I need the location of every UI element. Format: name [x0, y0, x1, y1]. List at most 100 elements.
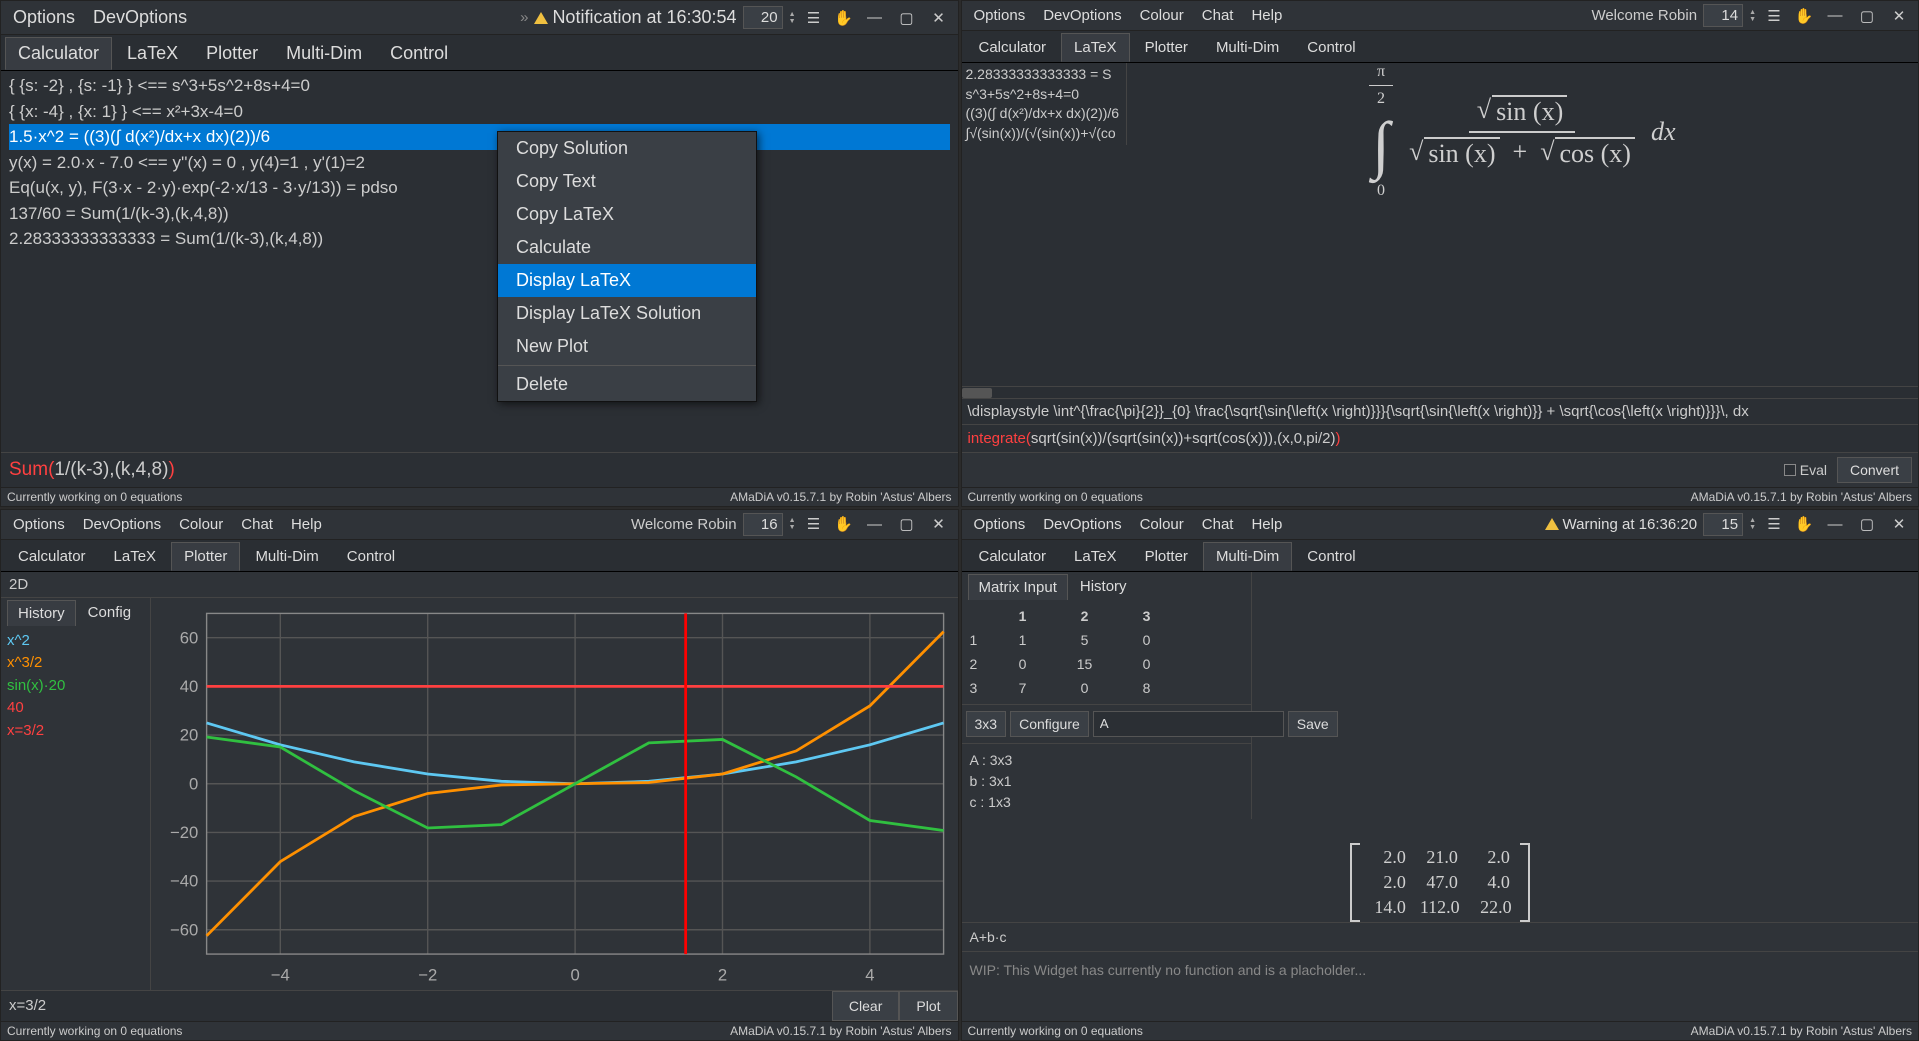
- menu-colour[interactable]: Colour: [1134, 3, 1190, 28]
- tab-latex[interactable]: LaTeX: [1061, 542, 1130, 571]
- context-new-plot[interactable]: New Plot: [498, 330, 756, 363]
- subtab-matrix-input[interactable]: Matrix Input: [968, 574, 1068, 600]
- close-button[interactable]: ✕: [926, 514, 952, 534]
- maximize-button[interactable]: ▢: [1854, 514, 1880, 534]
- legend-item[interactable]: x=3/2: [7, 720, 144, 743]
- latex-source[interactable]: \displaystyle \int^{\frac{\pi}{2}}_{0} \…: [962, 398, 1919, 424]
- menu-devoptions[interactable]: DevOptions: [1037, 3, 1127, 28]
- tab-control[interactable]: Control: [334, 542, 408, 571]
- dimension-button[interactable]: 3x3: [966, 711, 1007, 737]
- tab-control[interactable]: Control: [1294, 33, 1368, 62]
- history-line[interactable]: 2.28333333333333 = S: [966, 65, 1122, 85]
- configure-button[interactable]: Configure: [1010, 711, 1089, 737]
- history-line[interactable]: s^3+5s^2+8s+4=0: [966, 85, 1122, 105]
- tab-control[interactable]: Control: [1294, 542, 1368, 571]
- minimize-button[interactable]: —: [1822, 514, 1848, 534]
- subtab-config[interactable]: Config: [78, 600, 141, 626]
- menu-help[interactable]: Help: [1245, 512, 1288, 537]
- tab-plotter[interactable]: Plotter: [193, 37, 271, 70]
- hand-icon[interactable]: ✋: [832, 514, 856, 534]
- subtab-history[interactable]: History: [1070, 574, 1137, 600]
- minimize-button[interactable]: —: [862, 514, 888, 534]
- tab-multidim[interactable]: Multi-Dim: [273, 37, 375, 70]
- context-calculate[interactable]: Calculate: [498, 231, 756, 264]
- definition-line[interactable]: A : 3x3: [970, 750, 1243, 771]
- legend-item[interactable]: sin(x)·20: [7, 675, 144, 698]
- plot-legend-list[interactable]: x^2 x^3/2 sin(x)·20 40 x=3/2: [1, 626, 150, 990]
- menu-chat[interactable]: Chat: [235, 512, 279, 537]
- menu-icon[interactable]: ☰: [1762, 514, 1786, 534]
- definition-line[interactable]: c : 1x3: [970, 792, 1243, 813]
- history-line[interactable]: { {x: -4} , {x: 1} } <== x²+3x-4=0: [9, 99, 950, 125]
- fontsize-spinbox[interactable]: 16: [743, 513, 783, 536]
- matrix-cell[interactable]: 1: [992, 628, 1054, 652]
- matrix-cell[interactable]: 5: [1054, 628, 1116, 652]
- tab-control[interactable]: Control: [377, 37, 461, 70]
- history-line[interactable]: y(x) = 2.0·x - 7.0 <== y''(x) = 0 , y(4)…: [9, 150, 950, 176]
- context-copy-text[interactable]: Copy Text: [498, 165, 756, 198]
- history-line[interactable]: ∫√(sin(x))/(√(sin(x))+√(co: [966, 124, 1122, 144]
- equation-input[interactable]: Sum(1/(k-3),(k,4,8)): [1, 452, 958, 487]
- plot-expression-input[interactable]: x=3/2: [1, 991, 832, 1021]
- menu-help[interactable]: Help: [285, 512, 328, 537]
- plot-button[interactable]: Plot: [899, 991, 957, 1021]
- tab-multidim[interactable]: Multi-Dim: [242, 542, 331, 571]
- matrix-cell[interactable]: 0: [1116, 652, 1178, 676]
- history-line[interactable]: 2.28333333333333 = Sum(1/(k-3),(k,4,8)): [9, 226, 950, 252]
- matrix-expression-input[interactable]: A+b·c: [962, 922, 1919, 951]
- maximize-button[interactable]: ▢: [1854, 6, 1880, 26]
- tab-multidim[interactable]: Multi-Dim: [1203, 542, 1292, 571]
- tab-calculator[interactable]: Calculator: [966, 542, 1060, 571]
- equation-history[interactable]: { {s: -2} , {s: -1} } <== s^3+5s^2+8s+4=…: [1, 71, 958, 452]
- clear-button[interactable]: Clear: [832, 991, 899, 1021]
- fontsize-spinbox[interactable]: 15: [1703, 513, 1743, 536]
- spinbox-arrows[interactable]: ▲▼: [1749, 9, 1756, 23]
- minimize-button[interactable]: —: [1822, 6, 1848, 26]
- legend-item[interactable]: x^2: [7, 630, 144, 653]
- menu-chat[interactable]: Chat: [1196, 512, 1240, 537]
- menu-help[interactable]: Help: [1245, 3, 1288, 28]
- menu-icon[interactable]: ☰: [802, 514, 826, 534]
- menu-options[interactable]: Options: [968, 512, 1032, 537]
- tab-plotter[interactable]: Plotter: [1132, 33, 1201, 62]
- matrix-cell[interactable]: 7: [992, 676, 1054, 700]
- maximize-button[interactable]: ▢: [894, 514, 920, 534]
- definition-line[interactable]: b : 3x1: [970, 771, 1243, 792]
- latex-input[interactable]: integrate(sqrt(sin(x))/(sqrt(sin(x))+sqr…: [962, 424, 1919, 452]
- fontsize-spinbox[interactable]: 14: [1703, 4, 1743, 27]
- spinbox-arrows[interactable]: ▲▼: [1749, 517, 1756, 531]
- close-button[interactable]: ✕: [1886, 6, 1912, 26]
- menu-devoptions[interactable]: DevOptions: [1037, 512, 1127, 537]
- subtab-history[interactable]: History: [7, 600, 76, 626]
- tab-calculator[interactable]: Calculator: [966, 33, 1060, 62]
- close-button[interactable]: ✕: [1886, 514, 1912, 534]
- hand-icon[interactable]: ✋: [1792, 514, 1816, 534]
- hand-icon[interactable]: ✋: [1792, 6, 1816, 26]
- context-copy-solution[interactable]: Copy Solution: [498, 132, 756, 165]
- scrollbar-horizontal[interactable]: [962, 386, 1919, 398]
- tab-calculator[interactable]: Calculator: [5, 542, 99, 571]
- matrix-cell[interactable]: 0: [1054, 676, 1116, 700]
- history-line[interactable]: { {s: -2} , {s: -1} } <== s^3+5s^2+8s+4=…: [9, 73, 950, 99]
- matrix-cell[interactable]: 8: [1116, 676, 1178, 700]
- spinbox-arrows[interactable]: ▲▼: [789, 11, 796, 25]
- convert-button[interactable]: Convert: [1837, 457, 1912, 483]
- minimize-button[interactable]: —: [862, 8, 888, 28]
- tab-latex[interactable]: LaTeX: [1061, 33, 1130, 62]
- fontsize-spinbox[interactable]: 20: [743, 6, 783, 29]
- latex-history[interactable]: 2.28333333333333 = S s^3+5s^2+8s+4=0 ((3…: [962, 63, 1127, 145]
- plot-canvas[interactable]: −4−2024−60−40−200204060: [151, 598, 958, 990]
- tab-plotter[interactable]: Plotter: [1132, 542, 1201, 571]
- matrix-definitions[interactable]: A : 3x3 b : 3x1 c : 1x3: [962, 743, 1251, 819]
- menu-icon[interactable]: ☰: [802, 8, 826, 28]
- tab-multidim[interactable]: Multi-Dim: [1203, 33, 1292, 62]
- notification-chevron[interactable]: »: [520, 9, 528, 26]
- matrix-cell[interactable]: 0: [1116, 628, 1178, 652]
- hand-icon[interactable]: ✋: [832, 8, 856, 28]
- close-button[interactable]: ✕: [926, 8, 952, 28]
- legend-item[interactable]: 40: [7, 697, 144, 720]
- history-line-selected[interactable]: 1.5·x^2 = ((3)(∫ d(x²)/dx+x dx)(2))/6: [9, 124, 950, 150]
- menu-options[interactable]: Options: [7, 512, 71, 537]
- matrix-name-input[interactable]: [1093, 711, 1284, 737]
- context-display-latex-solution[interactable]: Display LaTeX Solution: [498, 297, 756, 330]
